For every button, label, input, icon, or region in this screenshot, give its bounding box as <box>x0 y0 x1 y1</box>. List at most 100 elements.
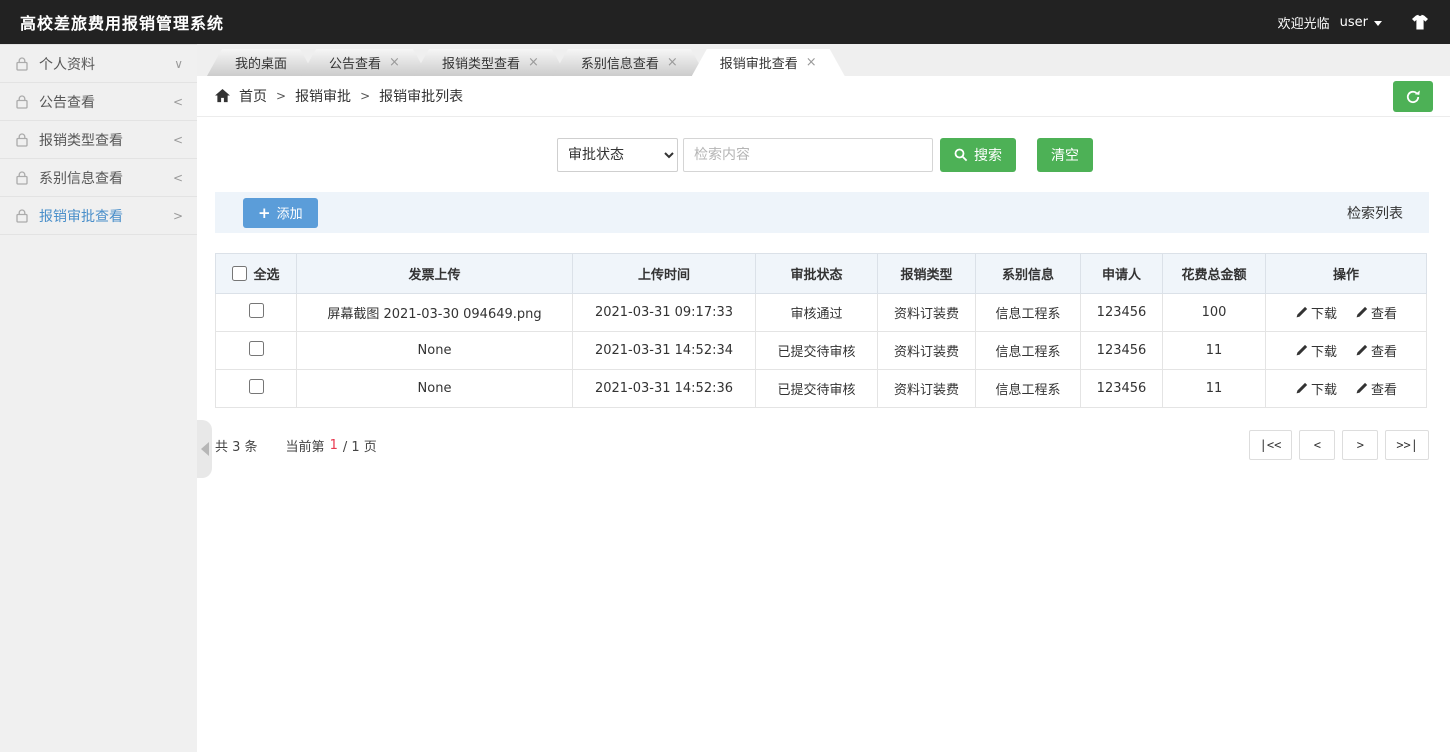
cell-status: 已提交待审核 <box>756 370 878 408</box>
lock-icon <box>14 208 30 224</box>
sidebar-collapse-handle[interactable] <box>197 420 212 478</box>
cell-invoice: 屏幕截图 2021-03-30 094649.png <box>297 294 573 332</box>
pencil-icon <box>1355 344 1368 357</box>
list-title: 检索列表 <box>1347 203 1403 223</box>
chevron-right-icon: > <box>173 209 183 223</box>
sidebar-item-announcements[interactable]: 公告查看 < <box>0 83 197 121</box>
breadcrumb-current: 报销审批列表 <box>379 86 463 106</box>
pencil-icon <box>1355 306 1368 319</box>
clear-button-label: 清空 <box>1051 145 1079 165</box>
tab-label: 公告查看 <box>329 53 381 72</box>
pencil-icon <box>1295 382 1308 395</box>
refresh-icon <box>1405 89 1421 105</box>
col-department: 系别信息 <box>976 254 1081 294</box>
download-link[interactable]: 下载 <box>1295 341 1337 360</box>
download-label: 下载 <box>1311 379 1337 398</box>
download-label: 下载 <box>1311 303 1337 322</box>
close-icon[interactable]: × <box>806 56 817 69</box>
row-checkbox[interactable] <box>249 379 264 394</box>
first-page-button[interactable]: |<< <box>1249 430 1293 460</box>
sidebar-item-label: 个人资料 <box>39 54 174 74</box>
sidebar-item-approval-view[interactable]: 报销审批查看 > <box>0 197 197 235</box>
breadcrumb-separator: > <box>360 89 370 103</box>
view-link[interactable]: 查看 <box>1355 379 1397 398</box>
view-link[interactable]: 查看 <box>1355 341 1397 360</box>
col-amount: 花费总金额 <box>1163 254 1266 294</box>
breadcrumb: 首页 > 报销审批 > 报销审批列表 <box>215 86 463 106</box>
select-all-checkbox[interactable] <box>232 266 247 281</box>
cell-type: 资料订装费 <box>878 294 976 332</box>
cell-applicant: 123456 <box>1081 294 1163 332</box>
close-icon[interactable]: × <box>389 56 400 69</box>
sidebar-item-profile[interactable]: 个人资料 ∨ <box>0 45 197 83</box>
prev-page-button[interactable]: < <box>1299 430 1335 460</box>
cell-department: 信息工程系 <box>976 370 1081 408</box>
view-label: 查看 <box>1371 341 1397 360</box>
sidebar: 个人资料 ∨ 公告查看 < 报销类型查看 < 系别信息查看 < 报销审批查看 > <box>0 44 197 752</box>
breadcrumb-bar: 首页 > 报销审批 > 报销审批列表 <box>197 76 1450 117</box>
tab-announcements[interactable]: 公告查看 × <box>301 49 428 76</box>
app-title: 高校差旅费用报销管理系统 <box>20 10 224 34</box>
col-status: 审批状态 <box>756 254 878 294</box>
tab-label: 我的桌面 <box>235 53 287 72</box>
refresh-button[interactable] <box>1393 81 1433 112</box>
lock-icon <box>14 56 30 72</box>
tab-reimburse-types[interactable]: 报销类型查看 × <box>414 49 567 76</box>
col-invoice: 发票上传 <box>297 254 573 294</box>
tab-approval-view[interactable]: 报销审批查看 × <box>692 49 845 76</box>
table-header-row: 全选 发票上传 上传时间 审批状态 报销类型 系别信息 申请人 花费总金额 操作 <box>216 254 1427 294</box>
cell-amount: 100 <box>1163 294 1266 332</box>
pagination: 共 3 条 当前第 1 / 1 页 |<< < > >>| <box>215 430 1429 460</box>
select-all-header: 全选 <box>216 254 297 294</box>
pencil-icon <box>1355 382 1368 395</box>
approval-table: 全选 发票上传 上传时间 审批状态 报销类型 系别信息 申请人 花费总金额 操作… <box>215 253 1427 408</box>
add-button-label: 添加 <box>277 203 303 222</box>
chevron-down-icon <box>1374 21 1382 26</box>
cell-applicant: 123456 <box>1081 370 1163 408</box>
sidebar-item-reimburse-types[interactable]: 报销类型查看 < <box>0 121 197 159</box>
cell-amount: 11 <box>1163 332 1266 370</box>
user-menu[interactable]: user <box>1340 15 1382 30</box>
tab-my-desktop[interactable]: 我的桌面 <box>207 49 315 76</box>
view-label: 查看 <box>1371 303 1397 322</box>
cell-status: 审核通过 <box>756 294 878 332</box>
search-icon <box>954 148 968 162</box>
breadcrumb-section[interactable]: 报销审批 <box>295 86 351 106</box>
cell-applicant: 123456 <box>1081 332 1163 370</box>
topbar: 高校差旅费用报销管理系统 欢迎光临 user <box>0 0 1450 44</box>
username: user <box>1340 15 1368 30</box>
lock-icon <box>14 94 30 110</box>
cell-department: 信息工程系 <box>976 294 1081 332</box>
status-select[interactable]: 审批状态 <box>557 138 678 172</box>
row-checkbox[interactable] <box>249 303 264 318</box>
total-pages: / 1 页 <box>343 436 377 455</box>
download-link[interactable]: 下载 <box>1295 379 1337 398</box>
row-checkbox[interactable] <box>249 341 264 356</box>
breadcrumb-separator: > <box>276 89 286 103</box>
next-page-button[interactable]: > <box>1342 430 1378 460</box>
tab-strip: 我的桌面 公告查看 × 报销类型查看 × 系别信息查看 × 报销审批查看 × <box>197 44 1450 76</box>
view-link[interactable]: 查看 <box>1355 303 1397 322</box>
breadcrumb-home[interactable]: 首页 <box>239 86 267 106</box>
table-row: None 2021-03-31 14:52:34 已提交待审核 资料订装费 信息… <box>216 332 1427 370</box>
cell-department: 信息工程系 <box>976 332 1081 370</box>
sidebar-item-label: 系别信息查看 <box>39 168 173 188</box>
col-actions: 操作 <box>1266 254 1427 294</box>
cell-invoice: None <box>297 370 573 408</box>
download-link[interactable]: 下载 <box>1295 303 1337 322</box>
search-input[interactable] <box>683 138 933 172</box>
search-button[interactable]: 搜索 <box>940 138 1016 172</box>
tab-department-info[interactable]: 系别信息查看 × <box>553 49 706 76</box>
chevron-left-icon <box>201 442 209 456</box>
welcome-text: 欢迎光临 <box>1278 13 1330 32</box>
last-page-button[interactable]: >>| <box>1385 430 1429 460</box>
close-icon[interactable]: × <box>528 56 539 69</box>
add-button[interactable]: + 添加 <box>243 198 318 228</box>
close-icon[interactable]: × <box>667 56 678 69</box>
clear-button[interactable]: 清空 <box>1037 138 1093 172</box>
tshirt-icon[interactable] <box>1410 14 1430 31</box>
current-page-prefix: 当前第 <box>286 436 325 455</box>
sidebar-item-label: 报销审批查看 <box>39 206 173 226</box>
sidebar-item-department-info[interactable]: 系别信息查看 < <box>0 159 197 197</box>
table-row: None 2021-03-31 14:52:36 已提交待审核 资料订装费 信息… <box>216 370 1427 408</box>
